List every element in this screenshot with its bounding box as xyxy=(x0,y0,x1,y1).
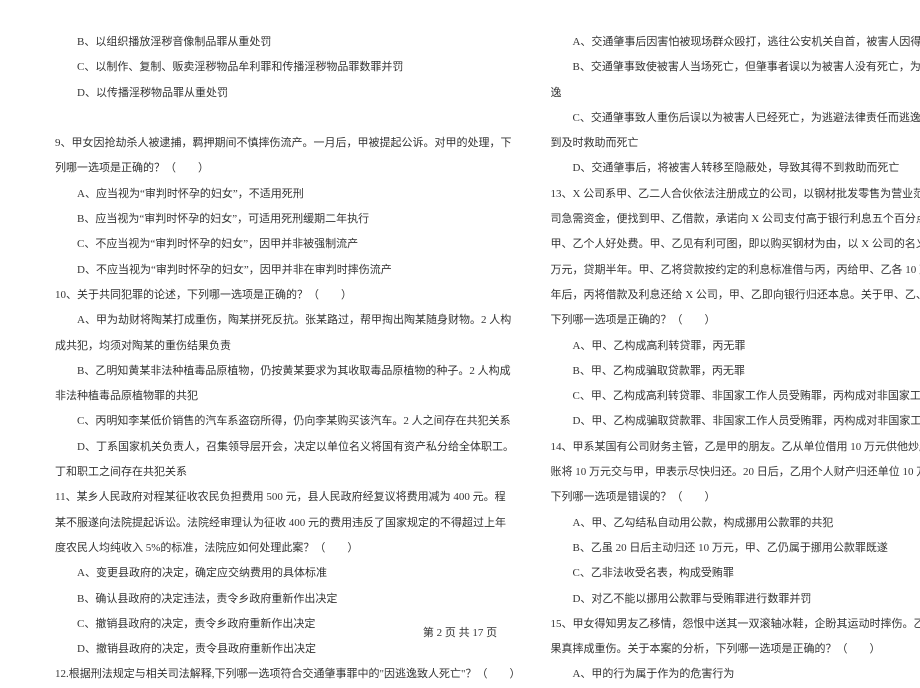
text-line: B、交通肇事致使被害人当场死亡，但肇事者误以为被害人没有死亡，为逃避法律责任而逃 xyxy=(550,55,920,80)
text-line: A、甲为劫财将陶某打成重伤，陶某拼死反抗。张某路过，帮甲掏出陶某随身财物。2 人… xyxy=(55,308,520,333)
text-line: 非法种植毒品原植物罪的共犯 xyxy=(55,384,520,409)
right-column: A、交通肇事后因害怕被现场群众殴打，逃往公安机关自首，被害人因得不到救助而死亡B… xyxy=(535,30,920,610)
page-container: B、以组织播放淫秽音像制品罪从重处罚C、以制作、复制、贩卖淫秽物品牟利罪和传播淫… xyxy=(0,0,920,620)
text-line: B、确认县政府的决定违法，责令乡政府重新作出决定 xyxy=(55,587,520,612)
text-line: C、丙明知李某低价销售的汽车系盗窃所得，仍向李某购买该汽车。2 人之间存在共犯关… xyxy=(55,409,520,434)
text-line: 11、某乡人民政府对程某征收农民负担费用 500 元，县人民政府经复议将费用减为… xyxy=(55,485,520,510)
text-line: B、甲、乙构成骗取贷款罪，丙无罪 xyxy=(550,359,920,384)
text-line: D、交通肇事后，将被害人转移至隐蔽处，导致其得不到救助而死亡 xyxy=(550,156,920,181)
text-line: 13、X 公司系甲、乙二人合伙依法注册成立的公司，以钢材批发零售为营业范围。丙因… xyxy=(550,182,920,207)
text-line: 度农民人均纯收入 5%的标准，法院应如何处理此案？（ ） xyxy=(55,536,520,561)
text-line: 甲、乙个人好处费。甲、乙见有利可图，即以购买钢材为由，以 X 公司的名义向某银行… xyxy=(550,232,920,257)
text-line: D、以传播淫秽物品罪从重处罚 xyxy=(55,81,520,106)
text-line: C、甲、乙构成高利转贷罪、非国家工作人员受贿罪，丙构成对非国家工作人员行贿罪 xyxy=(550,384,920,409)
text-line: 某不服遂向法院提起诉讼。法院经审理认为征收 400 元的费用违反了国家规定的不得… xyxy=(55,511,520,536)
text-line xyxy=(55,106,520,131)
text-line: 万元，贷期半年。甲、乙将贷款按约定的利息标准借与丙，丙给甲、乙各 10 万元的好… xyxy=(550,258,920,283)
text-line: 账将 10 万元交与甲，甲表示尽快归还。20 日后，乙用个人财产归还单位 10 … xyxy=(550,460,920,485)
text-line: 10、关于共同犯罪的论述，下列哪一选项是正确的？（ ） xyxy=(55,283,520,308)
text-line: D、对乙不能以挪用公款罪与受贿罪进行数罪并罚 xyxy=(550,587,920,612)
text-line: B、应当视为“审判时怀孕的妇女”，可适用死刑缓期二年执行 xyxy=(55,207,520,232)
text-line: 9、甲女因抢劫杀人被逮捕，羁押期间不慎摔伤流产。一月后，甲被提起公诉。对甲的处理… xyxy=(55,131,520,156)
text-line: C、不应当视为“审判时怀孕的妇女”，因甲并非被强制流产 xyxy=(55,232,520,257)
text-line: 15、甲女得知男友乙移情，怨恨中送其一双滚轴冰鞋，企盼其运动时摔伤。乙穿此鞋运动… xyxy=(550,612,920,637)
text-line: D、甲、乙构成骗取贷款罪、非国家工作人员受贿罪，丙构成对非国家工作人员行贿罪 xyxy=(550,409,920,434)
text-line: 年后，丙将借款及利息还给 X 公司，甲、乙即向银行归还本息。关于甲、乙、丙行为的… xyxy=(550,283,920,308)
text-line: B、乙明知黄某非法种植毒品原植物，仍按黄某要求为其收取毒品原植物的种子。2 人构… xyxy=(55,359,520,384)
left-column: B、以组织播放淫秽音像制品罪从重处罚C、以制作、复制、贩卖淫秽物品牟利罪和传播淫… xyxy=(40,30,535,610)
text-line: 14、甲系某国有公司财务主管，乙是甲的朋友。乙从单位借用 10 万元供他炒股，并… xyxy=(550,435,920,460)
text-line: 逸 xyxy=(550,81,920,106)
text-line: 列哪一选项是正确的？（ ） xyxy=(55,156,520,181)
text-line: C、交通肇事致人重伤后误以为被害人已经死亡，为逃避法律责任而逃逸，导致被害人得不 xyxy=(550,106,920,131)
text-line: D、不应当视为“审判时怀孕的妇女”，因甲并非在审判时摔伤流产 xyxy=(55,258,520,283)
text-line: A、甲、乙勾结私自动用公款，构成挪用公款罪的共犯 xyxy=(550,511,920,536)
text-line: C、以制作、复制、贩卖淫秽物品牟利罪和传播淫秽物品罪数罪并罚 xyxy=(55,55,520,80)
text-line: B、以组织播放淫秽音像制品罪从重处罚 xyxy=(55,30,520,55)
text-line: A、甲、乙构成高利转贷罪，丙无罪 xyxy=(550,334,920,359)
text-line: B、乙虽 20 日后主动归还 10 万元，甲、乙仍属于挪用公款罪既遂 xyxy=(550,536,920,561)
text-line: C、乙非法收受名表，构成受贿罪 xyxy=(550,561,920,586)
text-line: 到及时救助而死亡 xyxy=(550,131,920,156)
text-line: A、应当视为“审判时怀孕的妇女”，不适用死刑 xyxy=(55,182,520,207)
text-line: 12.根据刑法规定与相关司法解释,下列哪一选项符合交通肇事罪中的"因逃逸致人死亡… xyxy=(55,662,520,687)
text-line: 司急需资金，便找到甲、乙借款，承诺向 X 公司支付高于银行利息五个百分点的利息，… xyxy=(550,207,920,232)
text-line: 下列哪一选项是正确的？（ ） xyxy=(550,308,920,333)
text-line: 丁和职工之间存在共犯关系 xyxy=(55,460,520,485)
text-line: D、丁系国家机关负责人，召集领导层开会，决定以单位名义将国有资产私分给全体职工。 xyxy=(55,435,520,460)
text-line: 成共犯，均须对陶某的重伤结果负责 xyxy=(55,334,520,359)
text-line: A、甲的行为属于作为的危害行为 xyxy=(550,662,920,687)
text-line: A、交通肇事后因害怕被现场群众殴打，逃往公安机关自首，被害人因得不到救助而死亡 xyxy=(550,30,920,55)
text-line: 下列哪一选项是错误的？（ ） xyxy=(550,485,920,510)
text-line: A、变更县政府的决定，确定应交纳费用的具体标准 xyxy=(55,561,520,586)
